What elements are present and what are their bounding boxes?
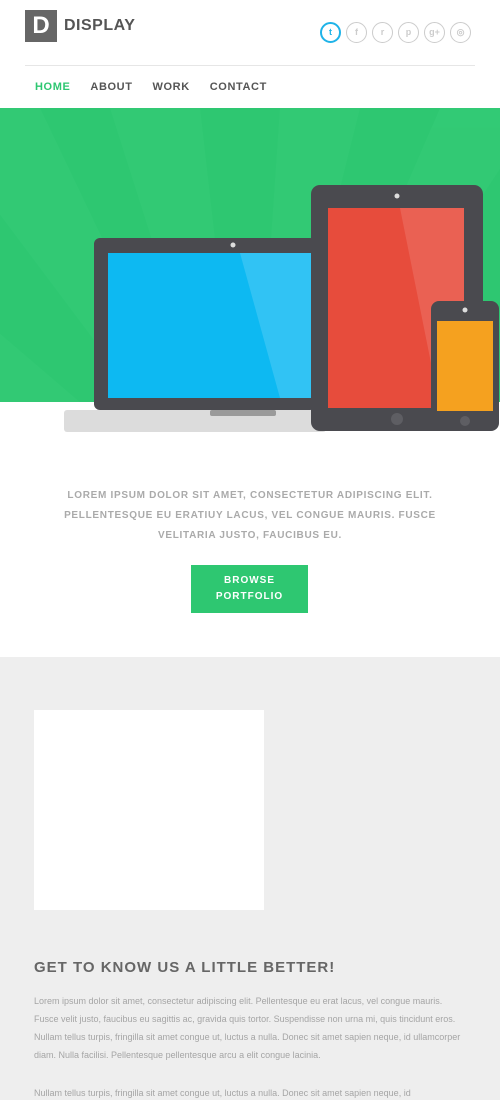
intro-text: LOREM IPSUM DOLOR SIT AMET, CONSECTETUR … (64, 490, 436, 541)
facebook-icon[interactable]: f (346, 22, 367, 43)
nav-item-work[interactable]: WORK (153, 81, 190, 93)
phone-illustration (431, 301, 499, 431)
button-label-line1: BROWSE (224, 575, 275, 586)
about-image (34, 710, 264, 910)
logo-text[interactable]: DISPLAY (64, 17, 135, 35)
nav-item-home[interactable]: HOME (35, 81, 70, 93)
instagram-icon[interactable]: ◎ (450, 22, 471, 43)
main-nav: HOME ABOUT WORK CONTACT (35, 81, 267, 93)
social-links: t f r p g+ ◎ (320, 22, 471, 43)
about-title: GET TO KNOW US A LITTLE BETTER! (34, 959, 336, 976)
logo-mark[interactable]: D (25, 10, 57, 42)
laptop-illustration (64, 238, 326, 432)
about-paragraph-2: Nullam tellus turpis, fringilla sit amet… (34, 1088, 411, 1098)
about-section: GET TO KNOW US A LITTLE BETTER! Lorem ip… (0, 657, 500, 1100)
phone-screen (437, 321, 493, 411)
pinterest-icon[interactable]: p (398, 22, 419, 43)
header-divider (25, 65, 475, 66)
hero-devices (64, 185, 499, 432)
browse-portfolio-button[interactable]: BROWSE PORTFOLIO (191, 565, 308, 613)
nav-item-about[interactable]: ABOUT (90, 81, 132, 93)
twitter-icon[interactable]: t (320, 22, 341, 43)
rss-icon[interactable]: r (372, 22, 393, 43)
google-plus-icon[interactable]: g+ (424, 22, 445, 43)
header: D DISPLAY t f r p g+ ◎ HOME ABOUT WORK C… (0, 0, 500, 108)
about-paragraph-1: Lorem ipsum dolor sit amet, consectetur … (34, 996, 461, 1060)
button-label-line2: PORTFOLIO (215, 591, 284, 602)
nav-item-contact[interactable]: CONTACT (210, 81, 267, 93)
